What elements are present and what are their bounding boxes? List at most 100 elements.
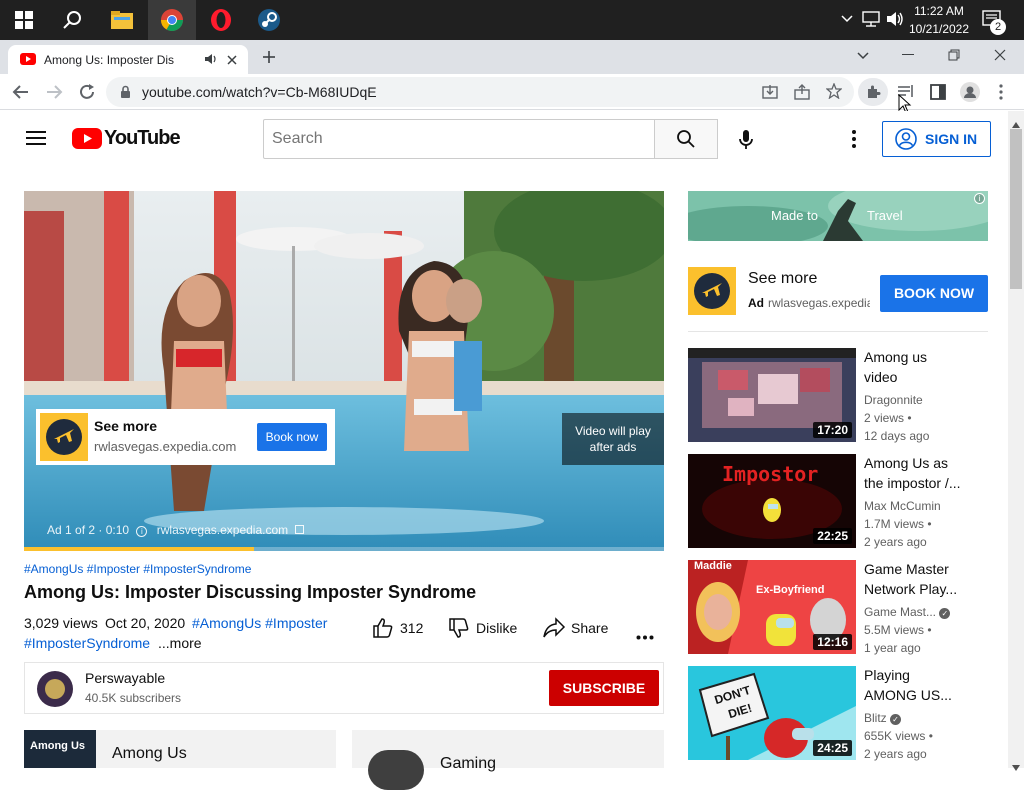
related-video-info[interactable]: Among us video Dragonnite 2 views • 12 d… bbox=[864, 347, 994, 445]
share-button[interactable]: Share bbox=[571, 620, 608, 636]
search-button[interactable] bbox=[654, 119, 718, 159]
windows-start-icon[interactable] bbox=[0, 0, 48, 40]
subscribe-button[interactable]: SUBSCRIBE bbox=[549, 670, 659, 706]
ad-choices-icon[interactable]: i bbox=[974, 193, 985, 204]
clock-date[interactable]: 10/21/2022 bbox=[908, 22, 970, 36]
category-chip[interactable]: Gaming bbox=[352, 730, 664, 790]
related-title-line-1[interactable]: Among us bbox=[864, 347, 994, 367]
related-title-line-2[interactable]: the impostor /... bbox=[864, 473, 994, 493]
profile-avatar-icon[interactable] bbox=[960, 82, 980, 102]
related-channel[interactable]: Blitz ✓ bbox=[864, 709, 994, 727]
related-thumbnail[interactable]: Maddie Ex-Boyfriend 12:16 bbox=[688, 560, 856, 654]
show-more-link[interactable]: ...more bbox=[158, 635, 202, 651]
youtube-logo-icon[interactable] bbox=[72, 128, 102, 154]
description-tags[interactable]: #AmongUs #Imposter bbox=[192, 615, 327, 631]
related-video-info[interactable]: Playing AMONG US... Blitz ✓ 655K views •… bbox=[864, 665, 994, 763]
install-app-icon[interactable] bbox=[762, 84, 778, 105]
external-link-icon[interactable] bbox=[294, 525, 304, 534]
video-hashtags[interactable]: #AmongUs #Imposter #ImposterSyndrome bbox=[24, 562, 251, 576]
game-chip[interactable]: Among Us Among Us bbox=[24, 730, 336, 768]
tab-search-chevron-icon[interactable] bbox=[856, 49, 870, 68]
related-channel-text[interactable]: Game Mast... bbox=[864, 605, 936, 619]
file-explorer-icon[interactable] bbox=[98, 0, 146, 40]
hamburger-menu-icon[interactable] bbox=[26, 130, 46, 151]
banner-ad[interactable]: Made to Travel i bbox=[688, 191, 988, 241]
search-input[interactable] bbox=[263, 119, 655, 159]
related-views-text: 5.5M views bbox=[864, 623, 925, 637]
dislike-icon[interactable] bbox=[448, 617, 470, 644]
lock-icon[interactable] bbox=[120, 85, 131, 104]
thumbnail-text: Impostor bbox=[722, 462, 819, 486]
scroll-thumb[interactable] bbox=[1010, 129, 1022, 289]
ad-progress-track[interactable] bbox=[24, 547, 664, 551]
browser-menu-icon[interactable] bbox=[998, 84, 1004, 105]
related-channel[interactable]: Dragonnite bbox=[864, 391, 994, 409]
more-actions-icon[interactable] bbox=[636, 627, 654, 645]
extensions-icon[interactable] bbox=[858, 78, 888, 106]
like-icon[interactable] bbox=[372, 617, 394, 644]
address-bar[interactable]: youtube.com/watch?v=Cb-M68IUDqE bbox=[106, 77, 854, 107]
game-thumbnail-text: Among Us bbox=[30, 740, 85, 752]
opera-icon[interactable] bbox=[197, 0, 245, 40]
chrome-taskbar-icon[interactable] bbox=[148, 0, 196, 40]
tab-audio-icon[interactable] bbox=[204, 52, 218, 71]
related-video-info[interactable]: Among Us as the impostor /... Max McCumi… bbox=[864, 453, 994, 551]
related-channel-text[interactable]: Blitz bbox=[864, 711, 887, 725]
back-icon[interactable] bbox=[12, 84, 30, 105]
side-panel-icon[interactable] bbox=[930, 84, 946, 105]
related-video-info[interactable]: Game Master Network Play... Game Mast...… bbox=[864, 559, 994, 657]
search-icon[interactable] bbox=[48, 0, 96, 40]
tab-close-icon[interactable] bbox=[226, 53, 238, 71]
sign-in-button[interactable]: SIGN IN bbox=[882, 121, 991, 157]
video-player[interactable]: See more rwlasvegas.expedia.com Book now… bbox=[24, 191, 664, 551]
clock-time[interactable]: 11:22 AM bbox=[908, 4, 970, 18]
page-scrollbar[interactable] bbox=[1008, 111, 1024, 771]
close-window-icon[interactable] bbox=[994, 48, 1006, 66]
video-duration: 24:25 bbox=[813, 740, 852, 756]
chevron-up-icon[interactable] bbox=[840, 12, 854, 31]
related-title-line-1[interactable]: Game Master bbox=[864, 559, 994, 579]
settings-more-icon[interactable] bbox=[851, 130, 857, 153]
forward-icon[interactable] bbox=[45, 84, 63, 105]
description-tags-2[interactable]: #ImposterSyndrome bbox=[24, 635, 152, 651]
bookmark-star-icon[interactable] bbox=[825, 82, 843, 104]
reload-icon[interactable] bbox=[78, 83, 96, 106]
browser-tab-active[interactable]: Among Us: Imposter Discuss bbox=[8, 45, 248, 74]
steam-icon[interactable] bbox=[245, 0, 293, 40]
related-channel[interactable]: Max McCumin bbox=[864, 497, 994, 515]
side-book-now-button[interactable]: BOOK NOW bbox=[880, 275, 988, 312]
channel-name[interactable]: Perswayable bbox=[85, 670, 165, 686]
scroll-down-arrow-icon[interactable] bbox=[1012, 758, 1020, 776]
channel-avatar[interactable] bbox=[37, 671, 73, 707]
ad-counter-text: Ad 1 of 2 · 0:10 bbox=[47, 523, 130, 537]
related-thumbnail[interactable]: 17:20 bbox=[688, 348, 856, 442]
side-ad-title[interactable]: See more bbox=[748, 270, 817, 288]
related-views: 2 views • bbox=[864, 411, 912, 425]
side-ad-logo[interactable] bbox=[688, 267, 736, 315]
minimize-icon[interactable] bbox=[902, 54, 914, 55]
video-ad-card[interactable]: See more rwlasvegas.expedia.com Book now bbox=[36, 409, 335, 465]
youtube-logo-text[interactable]: YouTube bbox=[104, 127, 181, 150]
restore-icon[interactable] bbox=[948, 48, 960, 66]
ad-footer-domain[interactable]: rwlasvegas.expedia.com bbox=[157, 523, 288, 537]
dislike-button[interactable]: Dislike bbox=[476, 620, 517, 636]
share-icon[interactable] bbox=[542, 617, 566, 644]
like-count[interactable]: 312 bbox=[400, 620, 423, 636]
related-thumbnail[interactable]: Impostor 22:25 bbox=[688, 454, 856, 548]
microphone-icon[interactable] bbox=[738, 129, 754, 156]
new-tab-icon[interactable] bbox=[262, 50, 276, 69]
related-title-line-1[interactable]: Playing bbox=[864, 665, 994, 685]
related-title-line-2[interactable]: video bbox=[864, 367, 994, 387]
share-page-icon[interactable] bbox=[794, 84, 810, 105]
network-icon[interactable] bbox=[862, 11, 880, 32]
related-title-line-1[interactable]: Among Us as bbox=[864, 453, 994, 473]
related-title-line-2[interactable]: Network Play... bbox=[864, 579, 994, 599]
ad-book-now-button[interactable]: Book now bbox=[257, 423, 327, 451]
related-thumbnail[interactable]: DON'T DIE! 24:25 bbox=[688, 666, 856, 760]
video-duration: 12:16 bbox=[813, 634, 852, 650]
info-icon[interactable]: i bbox=[136, 526, 148, 537]
related-title-line-2[interactable]: AMONG US... bbox=[864, 685, 994, 705]
volume-icon[interactable] bbox=[886, 11, 904, 32]
ad-title[interactable]: See more bbox=[94, 418, 157, 434]
related-channel[interactable]: Game Mast... ✓ bbox=[864, 603, 994, 621]
